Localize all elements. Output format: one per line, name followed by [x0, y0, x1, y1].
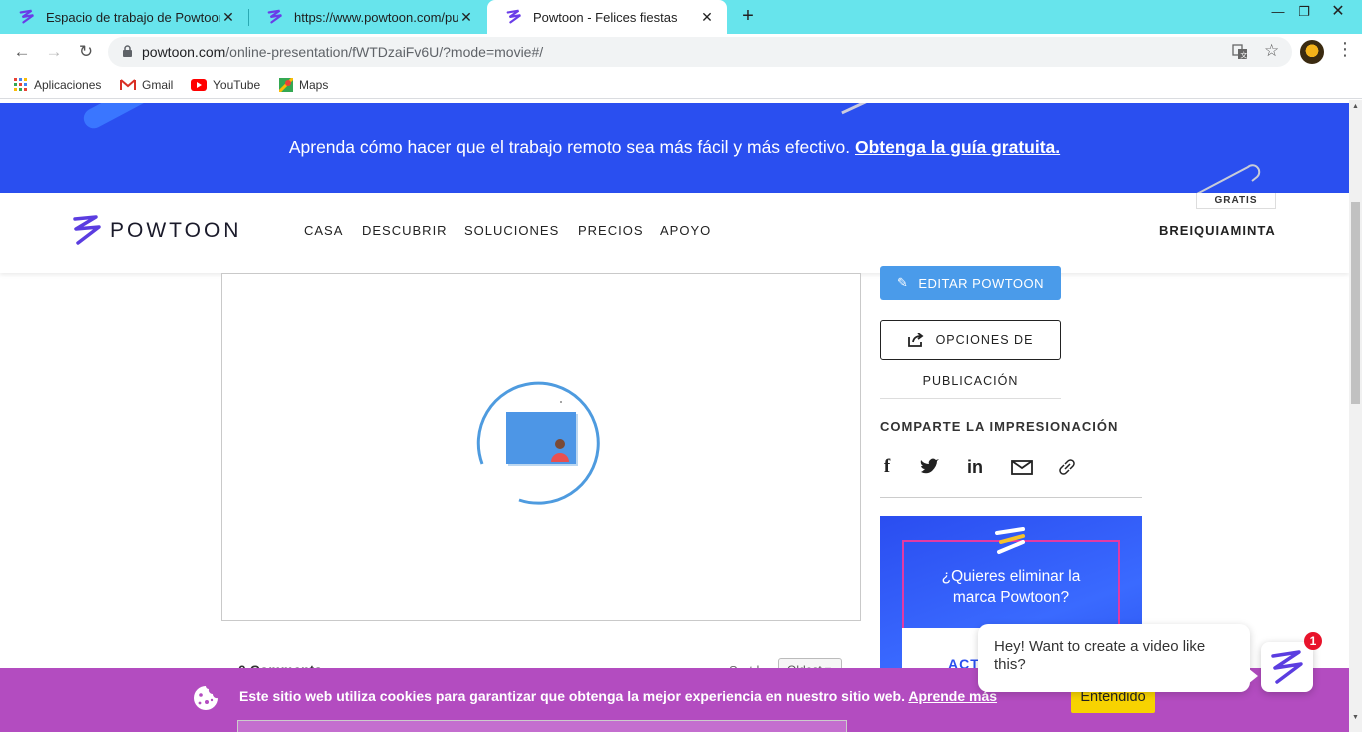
cookie-icon: [194, 686, 218, 710]
scroll-down-icon[interactable]: ▼: [1351, 714, 1360, 721]
user-menu[interactable]: BREIQUIAMINTA: [1159, 223, 1276, 238]
bookmark-aplicaciones[interactable]: Aplicaciones: [14, 76, 101, 94]
close-icon[interactable]: ✕: [458, 9, 474, 25]
back-icon[interactable]: ←: [9, 39, 35, 65]
bookmarks-bar: Aplicaciones Gmail YouTube Maps: [0, 70, 1362, 99]
decorative-streak: [841, 103, 879, 115]
nav-apoyo[interactable]: APOYO: [660, 223, 711, 238]
comment-box-edge: [237, 720, 847, 732]
pencil-icon: ✎: [896, 275, 909, 290]
promo-guide-link[interactable]: Obtenga la guía gratuita.: [855, 137, 1060, 157]
tab-title: Powtoon - Felices fiestas: [533, 9, 678, 25]
bookmark-label: Maps: [299, 78, 329, 92]
divider: [880, 398, 1061, 399]
lock-icon: [123, 45, 132, 57]
new-tab-button[interactable]: +: [737, 5, 759, 27]
bookmark-label: Aplicaciones: [34, 78, 102, 92]
video-player[interactable]: [221, 273, 861, 621]
promo-text: Aprenda cómo hacer que el trabajo remoto…: [288, 137, 1061, 157]
bookmark-maps[interactable]: Maps: [279, 76, 328, 94]
notification-badge: 1: [1304, 632, 1322, 650]
tab-title: Espacio de trabajo de Powtoon: [46, 9, 220, 25]
address-bar[interactable]: powtoon.com/online-presentation/fWTDzaiF…: [108, 37, 1292, 67]
chat-launcher-button[interactable]: [1261, 642, 1313, 692]
restore-icon[interactable]: ❐: [1292, 2, 1316, 22]
nav-precios[interactable]: PRECIOS: [578, 223, 644, 238]
forward-icon[interactable]: →: [41, 39, 67, 65]
publish-options-button[interactable]: OPCIONES DE: [880, 320, 1061, 360]
powtoon-favicon-icon: [19, 9, 34, 24]
facebook-icon[interactable]: f: [876, 456, 898, 478]
bookmark-youtube[interactable]: YouTube: [191, 76, 260, 94]
browser-toolbar: ← → ↻ powtoon.com/online-presentation/fW…: [0, 34, 1362, 70]
promo-banner: Aprenda cómo hacer que el trabajo remoto…: [0, 103, 1349, 193]
powtoon-logo[interactable]: POWTOON: [72, 215, 241, 247]
paperclip-icon: [1196, 164, 1261, 193]
nav-casa[interactable]: CASA: [304, 223, 343, 238]
bookmark-gmail[interactable]: Gmail: [120, 76, 173, 94]
powtoon-logo-icon: [1271, 650, 1303, 684]
scroll-up-icon[interactable]: ▲: [1351, 103, 1360, 110]
youtube-icon: [191, 79, 207, 91]
chat-message-bubble[interactable]: Hey! Want to create a video like this?: [978, 624, 1258, 692]
tab-powtoon-felices-fiestas[interactable]: Powtoon - Felices fiestas ✕: [487, 0, 727, 34]
close-icon[interactable]: ✕: [220, 9, 236, 25]
page-viewport: Aprenda cómo hacer que el trabajo remoto…: [0, 100, 1349, 732]
window-close-icon[interactable]: ✕: [1326, 2, 1350, 22]
publish-options-label: PUBLICACIÓN: [922, 374, 1019, 388]
close-icon[interactable]: ✕: [699, 9, 715, 25]
tab-powtoon-publish[interactable]: https://www.powtoon.com/publi ✕: [248, 0, 486, 34]
bookmark-label: YouTube: [213, 78, 261, 92]
apps-grid-icon: [14, 78, 27, 91]
profile-avatar[interactable]: [1300, 40, 1324, 64]
minimize-icon[interactable]: —: [1266, 2, 1290, 22]
nav-soluciones[interactable]: SOLUCIONES: [464, 223, 559, 238]
link-icon[interactable]: [1056, 456, 1078, 478]
logo-wordmark: POWTOON: [110, 219, 242, 242]
reload-icon[interactable]: ↻: [73, 39, 99, 65]
menu-dots-icon[interactable]: ⋮: [1336, 39, 1354, 60]
loading-spinner-icon: [476, 381, 600, 505]
powtoon-logo-icon: [73, 215, 101, 245]
share-title: COMPARTE LA IMPRESIONACIÓN: [880, 419, 1119, 434]
page-scrollbar[interactable]: ▲ ▼: [1349, 100, 1362, 732]
twitter-icon[interactable]: [919, 456, 941, 478]
cookie-text: Este sitio web utiliza cookies para gara…: [239, 688, 998, 704]
share-icon: [907, 333, 924, 347]
nav-descubrir[interactable]: DESCUBRIR: [362, 223, 448, 238]
powtoon-logo-icon: [995, 527, 1025, 554]
linkedin-icon[interactable]: in: [964, 456, 986, 478]
bookmark-label: Gmail: [142, 78, 174, 92]
scroll-thumb[interactable]: [1351, 202, 1360, 404]
email-icon[interactable]: [1011, 456, 1033, 478]
bookmark-star-icon[interactable]: ☆: [1264, 41, 1279, 61]
tab-title: https://www.powtoon.com/publi: [294, 9, 458, 25]
maps-icon: [279, 78, 293, 92]
tab-powtoon-workspace[interactable]: Espacio de trabajo de Powtoon ✕: [0, 0, 248, 34]
site-navigation: POWTOON CASA DESCUBRIR SOLUCIONES PRECIO…: [0, 193, 1349, 273]
translate-icon[interactable]: 文: [1232, 44, 1248, 60]
card-text: ¿Quieres eliminar la marca Powtoon?: [941, 568, 1081, 606]
plan-badge: GRATIS: [1196, 193, 1276, 209]
svg-text:文: 文: [1240, 51, 1247, 60]
url-text: powtoon.com/online-presentation/fWTDzaiF…: [142, 44, 544, 60]
edit-powtoon-button[interactable]: ✎ EDITAR POWTOON: [880, 266, 1061, 300]
decorative-streak: [80, 103, 187, 132]
divider: [880, 497, 1142, 498]
powtoon-favicon-icon: [267, 9, 282, 24]
gmail-icon: [120, 79, 136, 90]
browser-tab-bar: Espacio de trabajo de Powtoon ✕ https://…: [0, 0, 1362, 34]
powtoon-favicon-icon: [506, 9, 521, 24]
